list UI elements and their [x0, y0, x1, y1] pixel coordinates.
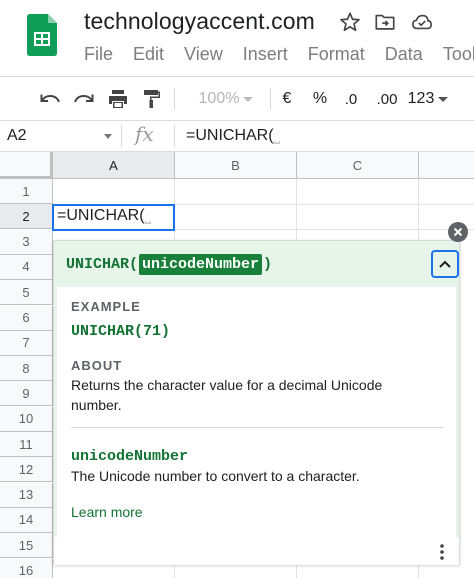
close-help-button[interactable]: [448, 222, 468, 242]
menu-tools[interactable]: Tools: [443, 44, 474, 68]
paint-format-icon[interactable]: [140, 87, 164, 111]
percent-label: %: [312, 90, 328, 107]
row-header[interactable]: 6: [0, 305, 53, 331]
row-header[interactable]: 8: [0, 356, 53, 382]
star-icon[interactable]: [339, 11, 361, 33]
learn-more-link[interactable]: Learn more: [71, 504, 143, 520]
collapse-button[interactable]: [431, 250, 459, 278]
more-formats-select[interactable]: 123: [406, 87, 450, 111]
zoom-select[interactable]: 100%: [190, 87, 262, 111]
menu-file[interactable]: File: [84, 44, 113, 68]
section-divider: [71, 427, 443, 428]
menu-data[interactable]: Data: [385, 44, 423, 68]
menu-edit[interactable]: Edit: [133, 44, 164, 68]
row-header[interactable]: 1: [0, 179, 53, 204]
parameter-name: unicodeNumber: [71, 448, 189, 465]
sheets-logo-icon[interactable]: [27, 14, 57, 56]
name-box-chevron-down-icon[interactable]: [104, 134, 112, 139]
row-header[interactable]: 11: [0, 432, 53, 457]
increase-decimals-label: .00: [376, 90, 398, 108]
row-header[interactable]: 2: [0, 204, 53, 230]
function-close: ): [263, 255, 273, 273]
parameter-description: The Unicode number to convert to a chara…: [71, 468, 360, 484]
header-divider: [0, 76, 474, 77]
select-all-corner[interactable]: [0, 152, 53, 179]
card-accent-left: [54, 287, 57, 565]
more-formats-label: 123: [407, 90, 435, 107]
chevron-up-icon: [439, 260, 451, 268]
about-text: Returns the character value for a decima…: [71, 377, 383, 413]
undo-icon[interactable]: [38, 87, 62, 111]
help-card-footer: [54, 537, 459, 565]
redo-icon[interactable]: [72, 87, 96, 111]
function-help-card: UNICHAR(unicodeNumber) EXAMPLE UNICHAR(7…: [53, 240, 460, 565]
more-options-icon[interactable]: [434, 543, 450, 561]
cloud-status-icon[interactable]: [411, 11, 433, 33]
increase-decimals-button[interactable]: .00: [372, 87, 402, 111]
close-icon: [453, 227, 463, 237]
name-box[interactable]: A2: [7, 127, 27, 145]
row-header[interactable]: 14: [0, 507, 53, 533]
row-header[interactable]: 12: [0, 457, 53, 483]
formula-bar-divider: [121, 124, 122, 148]
function-help-header: UNICHAR(unicodeNumber): [54, 241, 459, 287]
menu-format[interactable]: Format: [308, 44, 365, 68]
row-header[interactable]: 16: [0, 558, 53, 578]
decrease-decimals-button[interactable]: .0: [338, 87, 364, 111]
format-currency-button[interactable]: €: [276, 87, 298, 111]
row-header[interactable]: 4: [0, 254, 53, 280]
example-label: EXAMPLE: [71, 299, 141, 314]
decrease-decimals-label: .0: [344, 90, 358, 108]
format-percent-button[interactable]: %: [309, 87, 331, 111]
cell-text: =UNICHAR(: [57, 207, 145, 224]
row-header[interactable]: 7: [0, 330, 53, 356]
menu-insert[interactable]: Insert: [243, 44, 288, 68]
document-title[interactable]: technologyaccent.com: [84, 8, 315, 35]
zoom-value: 100%: [198, 90, 240, 107]
active-cell-editor[interactable]: =UNICHAR(⎵: [57, 207, 151, 225]
menu-bar: File Edit View Insert Format Data Tools: [84, 44, 474, 68]
toolbar-bottom-divider: [0, 120, 474, 121]
row-header[interactable]: 9: [0, 381, 53, 407]
column-header-partial[interactable]: [419, 152, 474, 179]
about-label: ABOUT: [71, 358, 123, 373]
cell-hint: ⎵: [144, 207, 151, 224]
row-header[interactable]: 10: [0, 406, 53, 432]
function-signature: UNICHAR(unicodeNumber): [66, 253, 272, 275]
formula-hint: ⎵: [273, 127, 280, 144]
column-header-c[interactable]: C: [297, 152, 419, 179]
toolbar-divider: [174, 88, 175, 110]
function-name: UNICHAR(: [66, 255, 139, 273]
move-to-folder-icon[interactable]: [374, 11, 396, 33]
card-accent-right: [456, 287, 459, 565]
toolbar-divider: [270, 88, 271, 110]
zoom-chevron-down-icon: [243, 96, 254, 102]
currency-label: €: [282, 90, 292, 107]
row-header[interactable]: 5: [0, 280, 53, 306]
formula-input[interactable]: =UNICHAR(⎵: [186, 127, 280, 145]
fx-icon: fx: [135, 122, 154, 146]
row-header[interactable]: 13: [0, 482, 53, 508]
menu-view[interactable]: View: [184, 44, 223, 68]
print-icon[interactable]: [106, 87, 130, 111]
active-parameter: unicodeNumber: [139, 253, 263, 275]
row-header[interactable]: 3: [0, 229, 53, 255]
column-header-b[interactable]: B: [175, 152, 297, 179]
column-header-a[interactable]: A: [53, 152, 175, 179]
more-formats-chevron-down-icon: [438, 96, 449, 102]
row-header[interactable]: 15: [0, 533, 53, 559]
example-formula: UNICHAR(71): [71, 323, 171, 340]
formula-bar-divider: [174, 124, 175, 148]
formula-text: =UNICHAR(: [186, 127, 274, 144]
